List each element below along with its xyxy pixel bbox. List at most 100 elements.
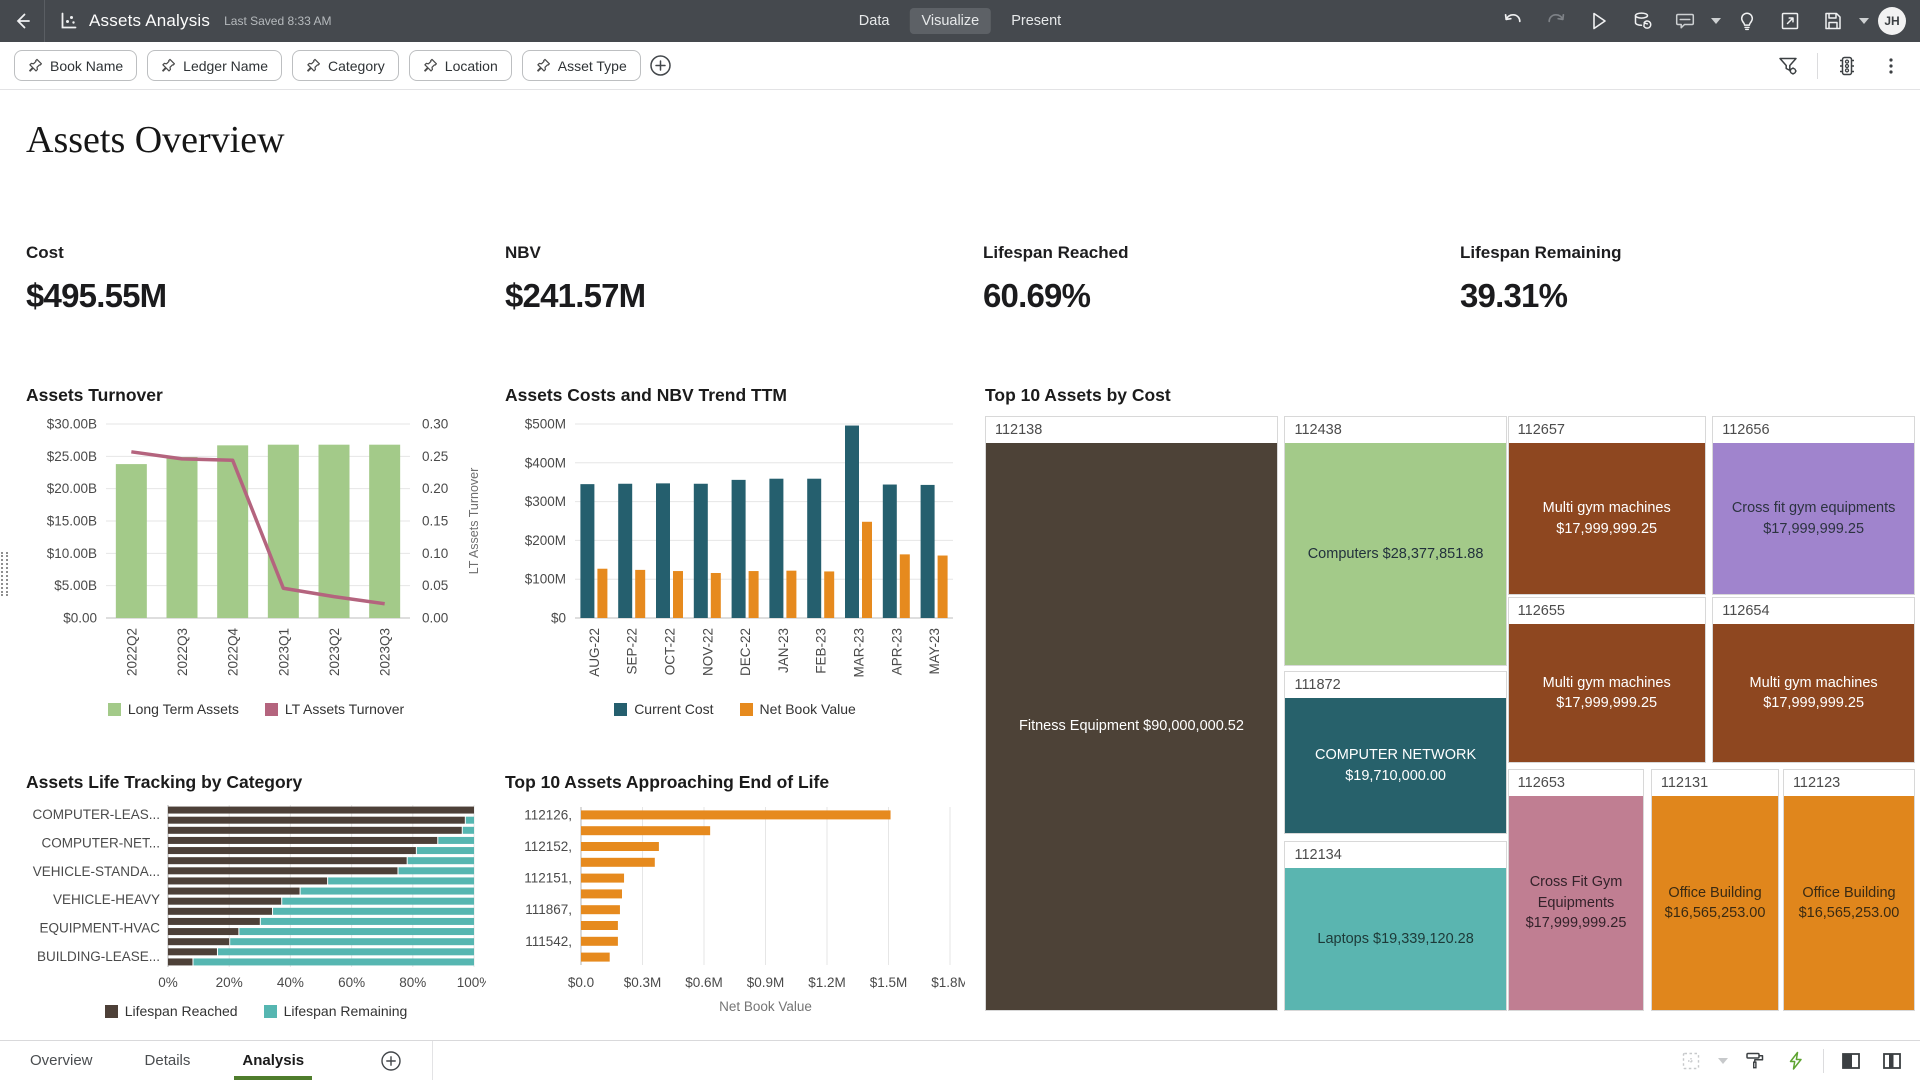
treemap-tile-111872[interactable]: 111872COMPUTER NETWORK $19,710,000.00 bbox=[1284, 671, 1506, 834]
toggle-left-panel-button[interactable] bbox=[1837, 1047, 1865, 1075]
bottom-bar-divider bbox=[1823, 1049, 1824, 1073]
refresh-data-icon bbox=[1631, 10, 1653, 32]
add-canvas-button[interactable] bbox=[380, 1050, 402, 1072]
preview-button[interactable] bbox=[1582, 4, 1616, 38]
comments-button[interactable] bbox=[1668, 4, 1702, 38]
treemap-tile-112438[interactable]: 112438Computers $28,377,851.88 bbox=[1284, 416, 1506, 666]
svg-text:AUG-22: AUG-22 bbox=[587, 628, 602, 677]
kpi-cost[interactable]: Cost $495.55M bbox=[26, 243, 166, 315]
treemap-tile-112654[interactable]: 112654Multi gym machines $17,999,999.25 bbox=[1712, 597, 1915, 762]
legend-item[interactable]: LT Assets Turnover bbox=[265, 701, 404, 717]
filter-pill-asset-type[interactable]: Asset Type bbox=[522, 50, 641, 81]
filter-pill-location[interactable]: Location bbox=[409, 50, 512, 81]
legend-label: Long Term Assets bbox=[128, 701, 239, 717]
viz-end-of-life[interactable]: Top 10 Assets Approaching End of Life $0… bbox=[505, 772, 965, 1034]
treemap-tile-112134[interactable]: 112134Laptops $19,339,120.28 bbox=[1284, 841, 1506, 1011]
svg-text:0.30: 0.30 bbox=[422, 417, 448, 432]
paint-roller-icon bbox=[1744, 1050, 1766, 1072]
viz-assets-life-tracking[interactable]: Assets Life Tracking by Category 0%20%40… bbox=[26, 772, 486, 1034]
treemap-tile-label: Multi gym machines $17,999,999.25 bbox=[1713, 673, 1914, 714]
svg-text:VEHICLE-HEAVY: VEHICLE-HEAVY bbox=[53, 892, 160, 907]
back-arrow-icon bbox=[12, 11, 32, 31]
toggle-right-panel-icon bbox=[1881, 1050, 1903, 1072]
viz-cost-nbv-trend[interactable]: Assets Costs and NBV Trend TTM $0$100M$2… bbox=[505, 385, 965, 760]
toggle-right-panel-button[interactable] bbox=[1878, 1047, 1906, 1075]
legend-item[interactable]: Lifespan Remaining bbox=[264, 1003, 408, 1019]
legend-label: Lifespan Reached bbox=[125, 1003, 238, 1019]
legend-label: Net Book Value bbox=[760, 701, 856, 717]
insights-button[interactable] bbox=[1730, 4, 1764, 38]
legend-label: Current Cost bbox=[634, 701, 713, 717]
filter-settings-button[interactable] bbox=[1773, 51, 1803, 81]
undo-button[interactable] bbox=[1496, 4, 1530, 38]
canvas-style-button[interactable] bbox=[1741, 1047, 1769, 1075]
canvas-tab-analysis[interactable]: Analysis bbox=[240, 1041, 306, 1080]
treemap-tile-label: Cross Fit Gym Equipments $17,999,999.25 bbox=[1509, 872, 1644, 933]
filter-bar-actions bbox=[1773, 51, 1906, 81]
pin-icon bbox=[306, 58, 321, 73]
filter-pill-label: Location bbox=[445, 58, 498, 74]
legend-item[interactable]: Lifespan Reached bbox=[105, 1003, 238, 1019]
add-filter-button[interactable] bbox=[649, 54, 672, 77]
canvas-layout-caret-icon[interactable] bbox=[1718, 1058, 1728, 1064]
assets-turnover-legend: Long Term Assets LT Assets Turnover bbox=[26, 701, 486, 717]
svg-text:$200M: $200M bbox=[525, 533, 566, 548]
filter-pill-book-name[interactable]: Book Name bbox=[14, 50, 137, 81]
kpi-lifespan-remaining[interactable]: Lifespan Remaining 39.31% bbox=[1460, 243, 1622, 315]
svg-text:$0.6M: $0.6M bbox=[685, 975, 723, 990]
viz-title: Assets Costs and NBV Trend TTM bbox=[505, 385, 965, 406]
viz-top10-assets-by-cost[interactable]: Top 10 Assets by Cost 112138Fitness Equi… bbox=[985, 385, 1915, 1025]
svg-text:$5.00B: $5.00B bbox=[54, 578, 97, 593]
refresh-data-button[interactable] bbox=[1625, 4, 1659, 38]
svg-text:$300M: $300M bbox=[525, 494, 566, 509]
comments-caret-icon[interactable] bbox=[1711, 18, 1721, 24]
treemap-tile-112653[interactable]: 112653Cross Fit Gym Equipments $17,999,9… bbox=[1508, 769, 1645, 1011]
kebab-menu-icon bbox=[1881, 56, 1901, 76]
treemap-tile-112655[interactable]: 112655Multi gym machines $17,999,999.25 bbox=[1508, 597, 1706, 762]
svg-text:$15.00B: $15.00B bbox=[47, 514, 97, 529]
treemap-tile-112123[interactable]: 112123Office Building $16,565,253.00 bbox=[1783, 769, 1915, 1011]
redo-button[interactable] bbox=[1539, 4, 1573, 38]
treemap-tile-body: Fitness Equipment $90,000,000.52 bbox=[986, 443, 1277, 1010]
tab-data[interactable]: Data bbox=[847, 8, 902, 34]
canvas-tab-overview[interactable]: Overview bbox=[28, 1041, 95, 1080]
save-caret-icon[interactable] bbox=[1859, 18, 1869, 24]
kpi-label: Lifespan Remaining bbox=[1460, 243, 1622, 263]
svg-text:2023Q3: 2023Q3 bbox=[378, 628, 393, 676]
treemap-tile-112138[interactable]: 112138Fitness Equipment $90,000,000.52 bbox=[985, 416, 1278, 1011]
treemap-tile-112131[interactable]: 112131Office Building $16,565,253.00 bbox=[1651, 769, 1779, 1011]
legend-item[interactable]: Current Cost bbox=[614, 701, 713, 717]
filter-bar-menu-button[interactable] bbox=[1876, 51, 1906, 81]
filter-pill-label: Book Name bbox=[50, 58, 123, 74]
kpi-lifespan-reached[interactable]: Lifespan Reached 60.69% bbox=[983, 243, 1129, 315]
treemap-tile-id: 112138 bbox=[986, 417, 1277, 443]
pin-icon bbox=[28, 58, 43, 73]
limit-values-button[interactable] bbox=[1832, 51, 1862, 81]
canvas-resize-handle[interactable] bbox=[1, 552, 8, 596]
legend-item[interactable]: Net Book Value bbox=[740, 701, 856, 717]
svg-text:$0.3M: $0.3M bbox=[624, 975, 662, 990]
svg-text:$0.9M: $0.9M bbox=[747, 975, 785, 990]
export-button[interactable] bbox=[1773, 4, 1807, 38]
viz-assets-turnover[interactable]: Assets Turnover $0.000.00$5.00B0.05$10.0… bbox=[26, 385, 486, 760]
treemap-tile-label: Multi gym machines $17,999,999.25 bbox=[1509, 498, 1705, 539]
canvas-layout-button[interactable] bbox=[1677, 1047, 1705, 1075]
canvas-tab-details[interactable]: Details bbox=[143, 1041, 193, 1080]
save-button[interactable] bbox=[1816, 4, 1850, 38]
treemap-tile-112657[interactable]: 112657Multi gym machines $17,999,999.25 bbox=[1508, 416, 1706, 595]
treemap-tile-112656[interactable]: 112656Cross fit gym equipments $17,999,9… bbox=[1712, 416, 1915, 595]
svg-text:$1.8M: $1.8M bbox=[931, 975, 965, 990]
pin-icon bbox=[536, 58, 551, 73]
svg-text:0%: 0% bbox=[158, 975, 178, 990]
legend-item[interactable]: Long Term Assets bbox=[108, 701, 239, 717]
tab-visualize[interactable]: Visualize bbox=[909, 8, 991, 34]
avatar[interactable]: JH bbox=[1878, 7, 1906, 35]
filter-pill-ledger-name[interactable]: Ledger Name bbox=[147, 50, 282, 81]
legend-swatch bbox=[614, 703, 627, 716]
tab-present[interactable]: Present bbox=[999, 8, 1073, 34]
kpi-nbv[interactable]: NBV $241.57M bbox=[505, 243, 645, 315]
auto-insights-button[interactable] bbox=[1782, 1047, 1810, 1075]
treemap-tile-label: Multi gym machines $17,999,999.25 bbox=[1509, 673, 1705, 714]
back-button[interactable] bbox=[0, 0, 44, 42]
filter-pill-category[interactable]: Category bbox=[292, 50, 399, 81]
